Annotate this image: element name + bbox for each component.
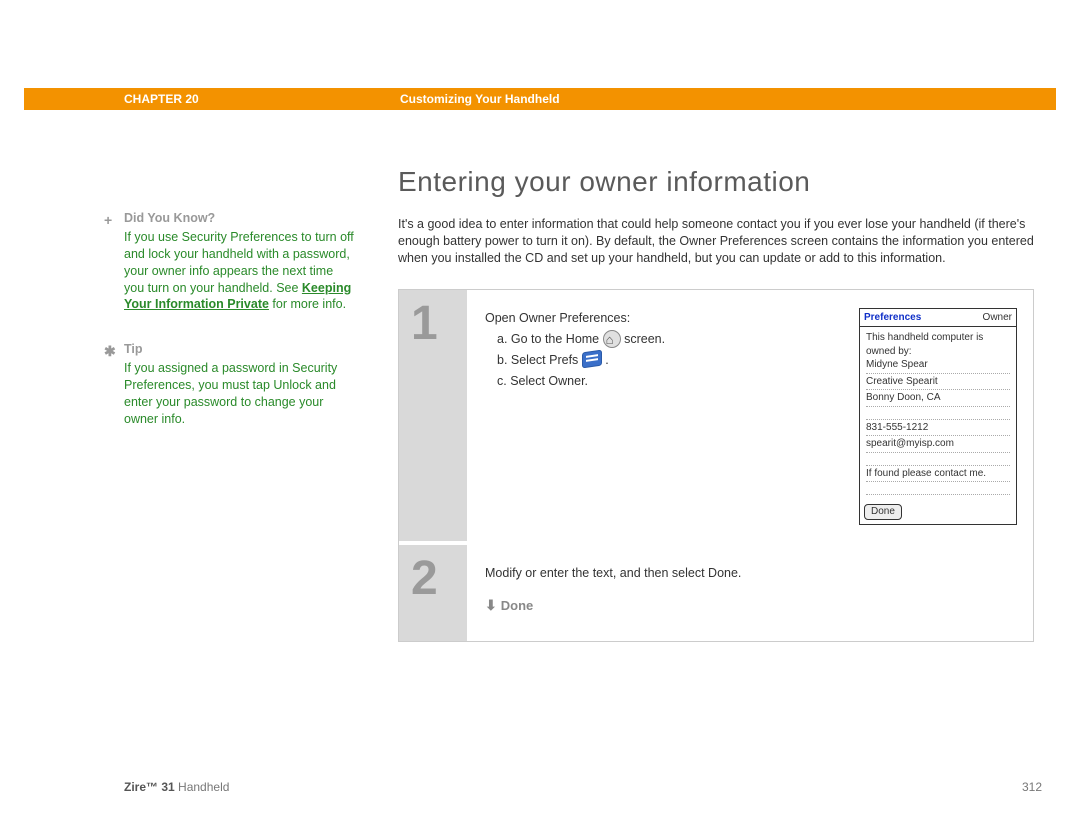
step-1a-pre: a. Go to the Home <box>497 332 603 346</box>
product-name: Zire™ 31 Handheld <box>124 780 229 794</box>
step-1a-post: screen. <box>621 332 665 346</box>
tip-block: ✱ Tip If you assigned a password in Secu… <box>124 341 356 427</box>
step-1-lead: Open Owner Preferences: <box>485 308 839 329</box>
tip-text: If you assigned a password in Security P… <box>124 361 337 426</box>
step-2-number: 2 <box>399 545 467 641</box>
step-1c: c. Select Owner. <box>485 371 839 392</box>
step-2-text: Modify or enter the text, and then selec… <box>485 563 1017 584</box>
step-1-body: Open Owner Preferences: a. Go to the Hom… <box>467 290 1033 541</box>
tip-heading-text: Tip <box>124 342 143 356</box>
home-icon <box>603 330 621 348</box>
step-2-text-wrap: Modify or enter the text, and then selec… <box>485 563 1017 625</box>
did-you-know-heading-text: Did You Know? <box>124 211 215 225</box>
step-1b-post: . <box>602 353 609 367</box>
device-title-left: Preferences <box>864 311 921 325</box>
asterisk-icon: ✱ <box>104 342 116 361</box>
chapter-label: CHAPTER 20 <box>24 88 394 110</box>
steps-container: 1 Open Owner Preferences: a. Go to the H… <box>398 289 1034 642</box>
device-line-2: Creative Spearit <box>866 375 1010 391</box>
done-arrow-icon: ⬇ <box>485 597 497 613</box>
intro-paragraph: It's a good idea to enter information th… <box>398 216 1034 267</box>
done-label: Done <box>501 598 534 613</box>
device-line-blank2 <box>866 454 1010 466</box>
did-you-know-block: + Did You Know? If you use Security Pref… <box>124 210 356 313</box>
step-1b: b. Select Prefs . <box>485 350 839 371</box>
plus-icon: + <box>104 211 112 230</box>
step-2-body: Modify or enter the text, and then selec… <box>467 545 1033 641</box>
step-1b-pre: b. Select Prefs <box>497 353 582 367</box>
main-content: Entering your owner information It's a g… <box>398 166 1034 642</box>
done-row: ⬇ Done <box>485 594 1017 618</box>
product-rest: Handheld <box>175 780 230 794</box>
device-preview: Preferences Owner This handheld computer… <box>859 308 1017 525</box>
device-done-button[interactable]: Done <box>864 504 902 520</box>
prefs-icon <box>582 349 602 368</box>
device-line-blank3 <box>866 483 1010 495</box>
header-bar: CHAPTER 20 Customizing Your Handheld <box>24 88 1056 110</box>
tip-heading: ✱ Tip <box>124 341 356 358</box>
device-line-4: 831-555-1212 <box>866 421 1010 437</box>
dyk-text-after: for more info. <box>269 297 346 311</box>
device-titlebar: Preferences Owner <box>860 309 1016 328</box>
product-bold: Zire™ 31 <box>124 780 175 794</box>
did-you-know-heading: + Did You Know? <box>124 210 356 227</box>
device-owned-by: This handheld computer is owned by: <box>866 331 1010 358</box>
device-line-3: Bonny Doon, CA <box>866 391 1010 407</box>
device-line-6: If found please contact me. <box>866 467 1010 483</box>
page-title: Entering your owner information <box>398 166 1034 198</box>
device-line-5: spearit@myisp.com <box>866 437 1010 453</box>
step-1a: a. Go to the Home screen. <box>485 329 839 350</box>
step-1: 1 Open Owner Preferences: a. Go to the H… <box>399 290 1033 541</box>
step-1-number: 1 <box>399 290 467 541</box>
page-number: 312 <box>1022 780 1042 794</box>
step-2: 2 Modify or enter the text, and then sel… <box>399 541 1033 641</box>
chapter-title: Customizing Your Handheld <box>394 88 1056 110</box>
device-line-blank1 <box>866 408 1010 420</box>
device-title-right: Owner <box>983 311 1012 325</box>
device-line-1: Midyne Spear <box>866 358 1010 374</box>
sidebar: + Did You Know? If you use Security Pref… <box>124 210 356 456</box>
device-body: This handheld computer is owned by: Midy… <box>860 327 1016 500</box>
footer: Zire™ 31 Handheld 312 <box>24 774 1056 794</box>
step-1-text: Open Owner Preferences: a. Go to the Hom… <box>485 308 839 525</box>
